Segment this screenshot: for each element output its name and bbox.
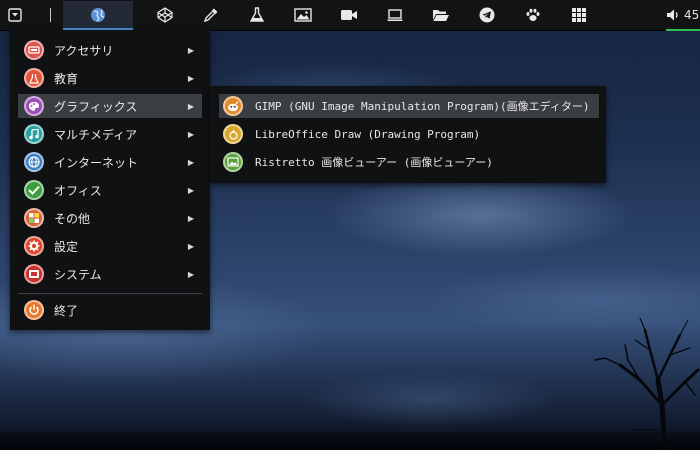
menu-item-accessories[interactable]: アクセサリ ▶ (18, 38, 202, 62)
menu-item-label: アクセサリ (54, 43, 114, 58)
graphics-palette-icon (24, 96, 44, 116)
menu-item-education[interactable]: 教育 ▶ (18, 66, 202, 90)
menu-item-label: 設定 (54, 239, 79, 254)
menu-item-settings[interactable]: 設定 ▶ (18, 234, 202, 258)
volume-level-text: 45 (684, 8, 700, 22)
menu-item-label: オフィス (54, 183, 102, 198)
apps-grid-launcher[interactable] (565, 1, 593, 29)
system-icon (24, 264, 44, 284)
whisker-menu-button[interactable] (0, 0, 30, 30)
menu-item-label: システム (54, 267, 102, 282)
menu-separator (18, 293, 202, 294)
other-apps-icon (24, 208, 44, 228)
submenu-item-libreoffice-draw[interactable]: LibreOffice Draw (Drawing Program) (219, 122, 599, 146)
submenu-arrow-icon: ▶ (187, 73, 194, 83)
submenu-arrow-icon: ▶ (187, 45, 194, 55)
volume-indicator[interactable]: 45 (666, 0, 700, 31)
submenu-item-label: Ristretto 画像ビューアー (画像ビューアー) (255, 156, 493, 169)
multimedia-icon (24, 124, 44, 144)
submenu-arrow-icon: ▶ (187, 213, 194, 223)
file-manager-launcher[interactable] (427, 1, 455, 29)
codepen-icon (157, 7, 173, 23)
menu-item-label: グラフィックス (54, 99, 138, 114)
video-camera-icon (341, 10, 357, 20)
menu-item-internet[interactable]: インターネット ▶ (18, 150, 202, 174)
submenu-arrow-icon: ▶ (187, 129, 194, 139)
menu-item-label: その他 (54, 211, 91, 226)
graphics-submenu: GIMP (GNU Image Manipulation Program)(画像… (210, 86, 606, 183)
image-viewer-launcher[interactable] (289, 1, 317, 29)
codepen-launcher[interactable] (151, 1, 179, 29)
gnome-launcher[interactable] (519, 1, 547, 29)
volume-icon (667, 9, 678, 21)
video-launcher[interactable] (335, 1, 363, 29)
menu-item-other[interactable]: その他 ▶ (18, 206, 202, 230)
menu-item-label: 終了 (54, 303, 79, 318)
submenu-item-label: LibreOffice Draw (Drawing Program) (255, 127, 481, 141)
submenu-item-ristretto[interactable]: Ristretto 画像ビューアー (画像ビューアー) (219, 150, 599, 174)
paw-icon (526, 8, 540, 21)
submenu-arrow-icon: ▶ (187, 241, 194, 251)
education-flask-icon (24, 68, 44, 88)
submenu-arrow-icon: ▶ (187, 185, 194, 195)
quit-power-icon (24, 300, 44, 320)
submenu-item-gimp[interactable]: GIMP (GNU Image Manipulation Program)(画像… (219, 94, 599, 118)
submenu-arrow-icon: ▶ (187, 101, 194, 111)
menu-item-system[interactable]: システム ▶ (18, 262, 202, 286)
science-launcher[interactable] (243, 1, 271, 29)
internet-globe-icon (24, 152, 44, 172)
folder-open-icon (433, 10, 449, 21)
submenu-arrow-icon: ▶ (187, 157, 194, 167)
globe-icon (91, 8, 105, 22)
submenu-item-label: GIMP (GNU Image Manipulation Program)(画像… (255, 100, 590, 113)
menu-item-label: マルチメディア (54, 127, 138, 142)
menu-item-label: インターネット (54, 155, 139, 170)
telegram-launcher[interactable] (473, 1, 501, 29)
menu-item-graphics[interactable]: グラフィックス ▶ (18, 94, 202, 118)
libreoffice-draw-icon (223, 124, 243, 144)
settings-gear-icon (24, 236, 44, 256)
chevron-down-box-icon (8, 8, 22, 22)
top-panel: 45 (0, 0, 700, 31)
panel-separator (50, 8, 51, 22)
menu-item-quit[interactable]: 終了 (18, 298, 202, 322)
submenu-arrow-icon: ▶ (187, 269, 194, 279)
office-check-icon (24, 180, 44, 200)
image-icon (294, 8, 312, 22)
color-picker-launcher[interactable] (197, 1, 225, 29)
applications-menu: アクセサリ ▶ 教育 ▶ グラフィックス ▶ マルチメディア ▶ インターネット… (10, 30, 210, 330)
laptop-icon (387, 9, 403, 21)
computer-launcher[interactable] (381, 1, 409, 29)
ristretto-image-viewer-icon (223, 152, 243, 172)
telegram-icon (479, 7, 495, 23)
menu-item-multimedia[interactable]: マルチメディア ▶ (18, 122, 202, 146)
browser-launcher[interactable] (63, 1, 133, 30)
tree-silhouette (594, 317, 700, 450)
accessories-icon (24, 40, 44, 60)
menu-item-label: 教育 (54, 71, 79, 86)
grid-icon (572, 8, 586, 22)
eyedropper-icon (203, 8, 218, 23)
flask-icon (249, 7, 265, 22)
menu-item-office[interactable]: オフィス ▶ (18, 178, 202, 202)
gimp-icon (223, 96, 243, 116)
